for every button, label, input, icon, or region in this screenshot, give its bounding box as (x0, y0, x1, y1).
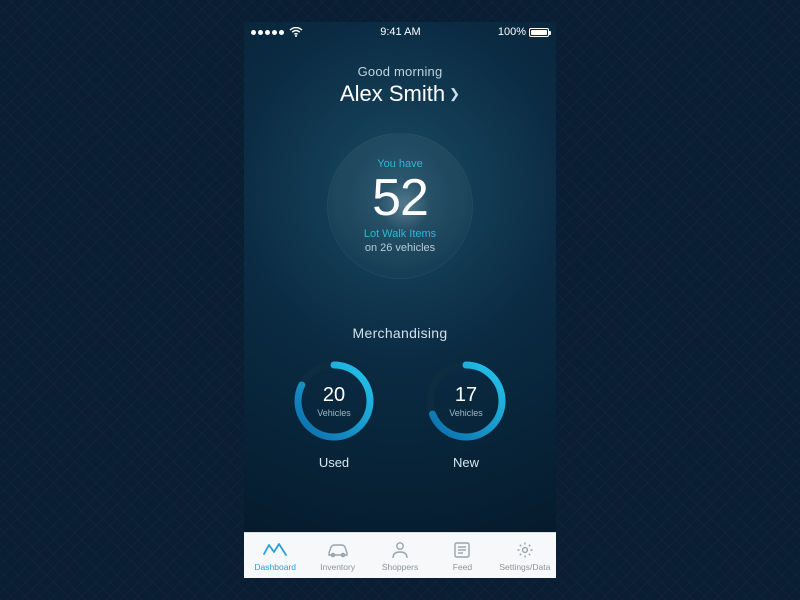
feed-icon (453, 540, 471, 560)
tab-settings[interactable]: Settings/Data (494, 533, 556, 578)
tab-bar: Dashboard Inventory Shoppers (244, 532, 556, 578)
tab-shoppers[interactable]: Shoppers (369, 533, 431, 578)
wifi-icon (289, 27, 303, 37)
greeting-line: Good morning (340, 64, 460, 79)
user-name-link[interactable]: Alex Smith ❯ (340, 81, 460, 107)
status-right: 100% (498, 26, 549, 38)
gear-icon (516, 540, 534, 560)
dashboard-icon (263, 540, 287, 560)
status-time: 9:41 AM (380, 26, 420, 38)
merchandising-title: Merchandising (353, 325, 448, 341)
user-name: Alex Smith (340, 81, 445, 107)
tab-label: Settings/Data (499, 562, 550, 572)
phone-frame: 9:41 AM 100% Good morning Alex Smith ❯ Y… (244, 22, 556, 578)
merchandising-rings: 20 Vehicles Used (292, 359, 508, 470)
lot-walk-label: Lot Walk Items (364, 228, 436, 240)
battery-icon (529, 28, 549, 37)
dashboard-content: Good morning Alex Smith ❯ You have 52 Lo… (244, 40, 556, 532)
tab-feed[interactable]: Feed (431, 533, 493, 578)
status-bar: 9:41 AM 100% (244, 22, 556, 40)
tab-dashboard[interactable]: Dashboard (244, 533, 306, 578)
person-icon (390, 540, 410, 560)
tab-label: Shoppers (382, 562, 418, 572)
tab-inventory[interactable]: Inventory (306, 533, 368, 578)
ring-gauge-used: 20 Vehicles (292, 359, 376, 443)
lot-walk-summary[interactable]: You have 52 Lot Walk Items on 26 vehicle… (327, 133, 473, 279)
chevron-right-icon: ❯ (449, 86, 460, 102)
battery-percent: 100% (498, 26, 526, 38)
ring-gauge-new: 17 Vehicles (424, 359, 508, 443)
new-vehicles-ring[interactable]: 17 Vehicles New (424, 359, 508, 470)
new-label: New (453, 455, 479, 470)
status-left (251, 27, 303, 37)
used-label: Used (319, 455, 349, 470)
greeting-block: Good morning Alex Smith ❯ (340, 64, 460, 107)
lot-walk-count: 52 (372, 172, 428, 224)
signal-dots-icon (251, 30, 284, 35)
used-vehicles-ring[interactable]: 20 Vehicles Used (292, 359, 376, 470)
tab-label: Inventory (320, 562, 355, 572)
tab-label: Dashboard (254, 562, 296, 572)
battery-indicator: 100% (498, 26, 549, 38)
lot-walk-subline: on 26 vehicles (365, 242, 435, 254)
tab-label: Feed (453, 562, 472, 572)
car-icon (326, 540, 350, 560)
